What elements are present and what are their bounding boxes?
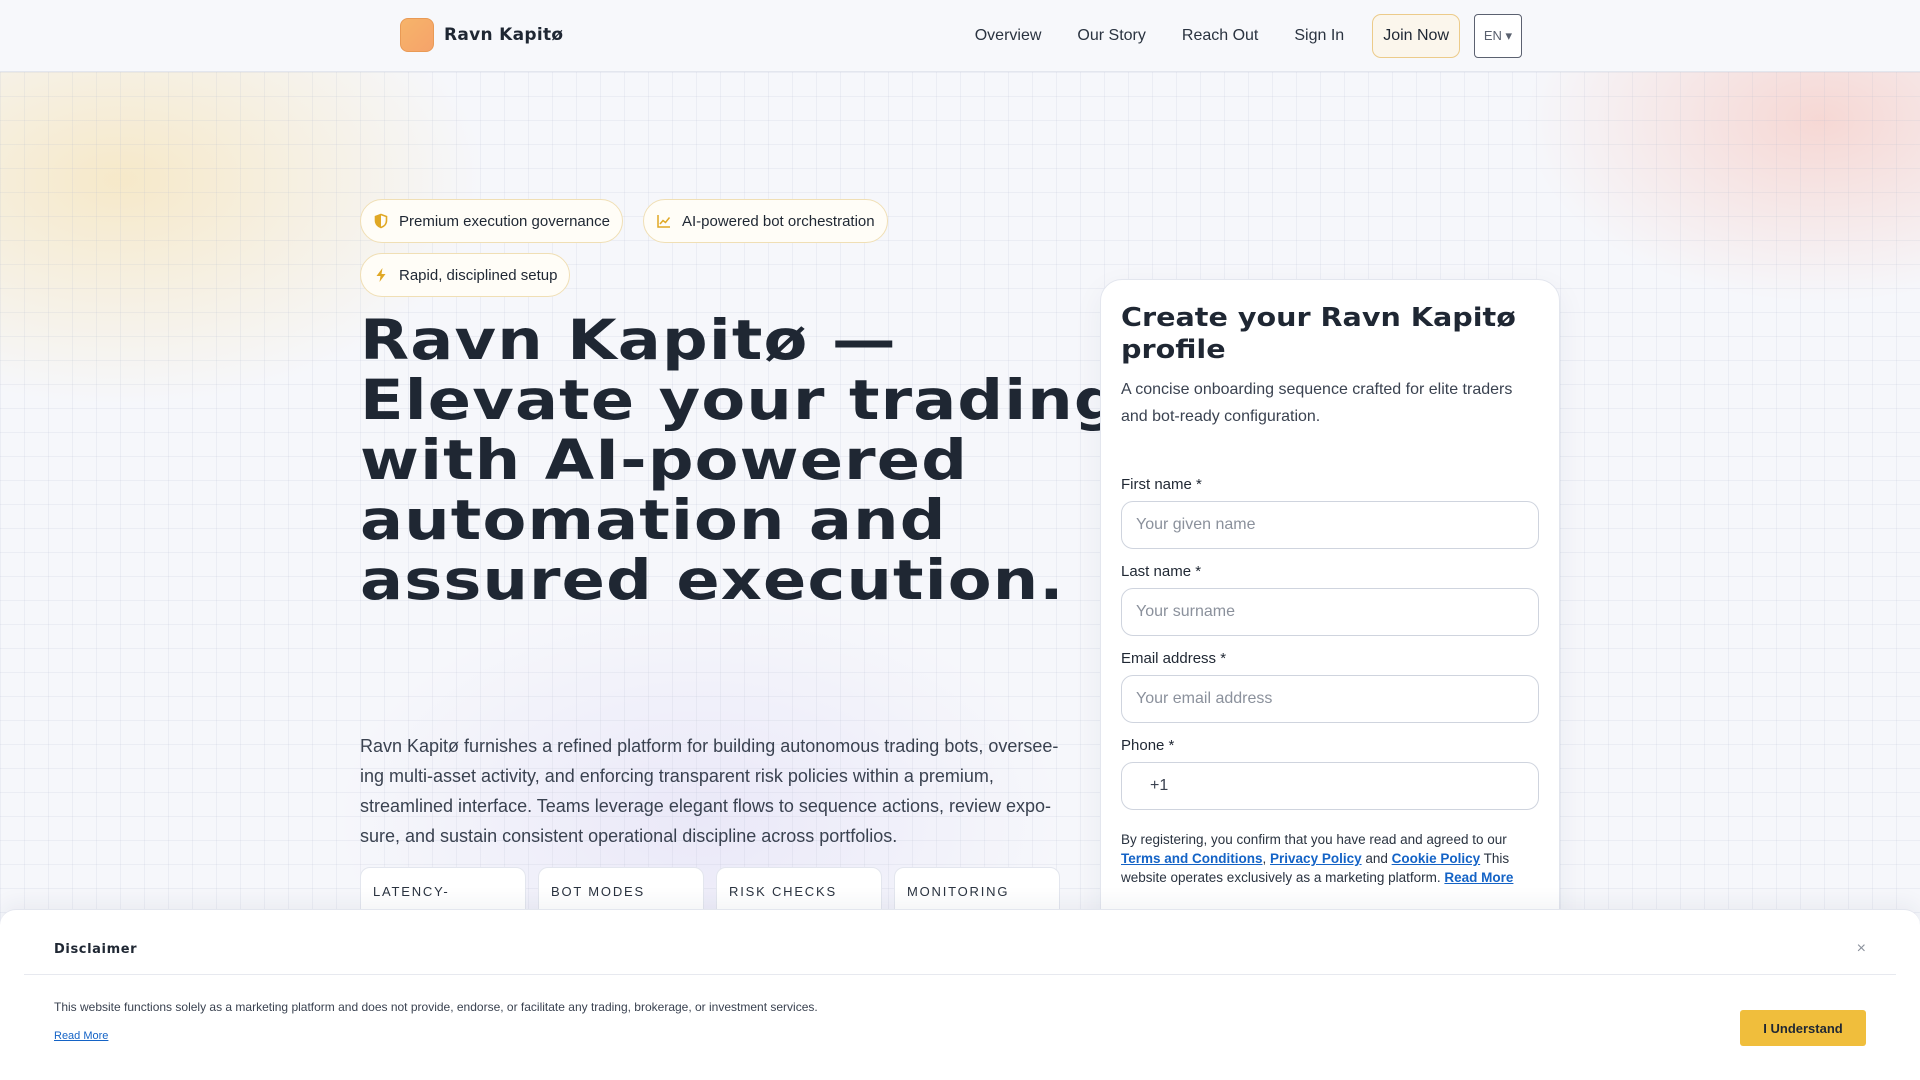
join-now-button[interactable]: Join Now (1372, 14, 1460, 58)
close-icon[interactable]: × (1857, 940, 1866, 958)
brand-logo[interactable]: Ravn Kapitø (400, 18, 563, 52)
cookie-link[interactable]: Cookie Policy (1392, 851, 1481, 866)
privacy-link[interactable]: Privacy Policy (1270, 851, 1362, 866)
language-select[interactable]: EN ▾ (1474, 14, 1522, 58)
disclaimer-divider (24, 974, 1896, 975)
terms-prefix: By registering, you confirm that you hav… (1121, 832, 1507, 847)
terms-link[interactable]: Terms and Conditions (1121, 851, 1263, 866)
nav-reach-out[interactable]: Reach Out (1164, 14, 1276, 58)
chart-line-icon (657, 215, 671, 228)
chip-label: AI-powered bot orchestration (682, 212, 875, 230)
chip-execution-governance: Premium execution governance (360, 199, 623, 243)
brand-name: Ravn Kapitø (444, 25, 564, 45)
nav-overview[interactable]: Overview (957, 14, 1060, 58)
first-name-label: First name * (1121, 476, 1202, 493)
chip-rapid-setup: Rapid, disciplined setup (360, 253, 571, 297)
chip-label: Rapid, disciplined setup (399, 266, 558, 284)
first-name-input[interactable] (1121, 501, 1539, 549)
logo-mark-icon (400, 18, 434, 52)
disclaimer-read-more-link[interactable]: Read More (54, 1030, 108, 1042)
chip-label: Premium execution governance (399, 212, 610, 230)
terms-sep: , (1262, 851, 1271, 866)
email-label: Email address * (1121, 650, 1227, 667)
terms-text: By registering, you confirm that you hav… (1121, 830, 1541, 887)
bolt-icon (376, 268, 386, 282)
signup-title: Create your Ravn Kapitø profile (1121, 303, 1516, 365)
nav-sign-in[interactable]: Sign In (1276, 14, 1362, 58)
last-name-label: Last name * (1121, 563, 1202, 580)
nav-our-story[interactable]: Our Story (1059, 14, 1163, 58)
terms-and: and (1361, 851, 1392, 866)
signup-subtitle: A concise onboarding sequence crafted fo… (1121, 381, 1513, 425)
disclaimer-text: This website functions solely as a marke… (54, 1000, 818, 1014)
main-nav: Overview Our Story Reach Out Sign In Joi… (957, 14, 1522, 58)
understand-button[interactable]: I Understand (1740, 1010, 1866, 1046)
last-name-input[interactable] (1121, 588, 1539, 636)
hero-description: Ravn Kapitø furnishes a refined platform… (360, 736, 1059, 846)
form-read-more-link[interactable]: Read More (1444, 870, 1513, 885)
disclaimer-title: Disclaimer (54, 942, 138, 957)
site-header: Ravn Kapitø Overview Our Story Reach Out… (0, 0, 1920, 72)
hero-title: Ravn Kapitø — Elevate your trading with … (360, 308, 1121, 612)
phone-prefix: +1 (1150, 777, 1169, 794)
phone-label: Phone * (1121, 737, 1175, 754)
signup-card: Create your Ravn Kapitø profile A concis… (1100, 279, 1560, 979)
disclaimer-banner: Disclaimer × This website functions sole… (0, 909, 1920, 1080)
chip-bot-orchestration: AI-powered bot orchestration (643, 199, 888, 243)
phone-input[interactable]: +1 (1121, 762, 1539, 810)
shield-icon (374, 213, 388, 229)
email-input[interactable] (1121, 675, 1539, 723)
